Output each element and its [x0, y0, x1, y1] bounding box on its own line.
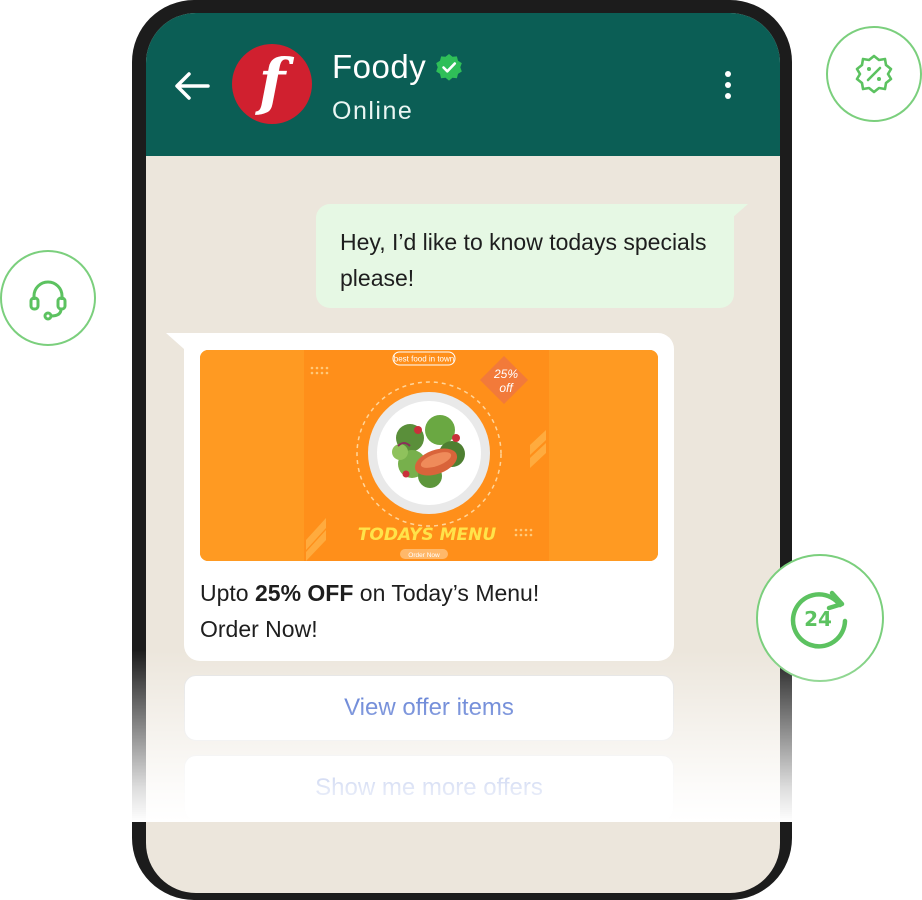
headset-circle — [0, 250, 96, 346]
show-more-offers-button[interactable]: Show me more offers — [184, 755, 674, 821]
offer-cta-text: Order Now! — [200, 616, 318, 642]
support-24-icon: 24 — [790, 590, 848, 649]
discount-badge-icon — [855, 54, 893, 94]
promo-discount-top: 25% — [493, 367, 518, 381]
chat-header: f Foody Online — [146, 13, 780, 156]
offer-text-highlight: 25% OFF — [254, 580, 354, 606]
offer-text-suffix: on Today’s Menu! — [353, 580, 540, 606]
view-offer-items-label: View offer items — [344, 694, 514, 721]
promo-discount-bottom: off — [499, 381, 514, 395]
contact-name: Foody — [332, 48, 427, 85]
offer-text-prefix: Upto — [200, 580, 255, 606]
show-more-offers-label: Show me more offers — [315, 774, 543, 801]
outgoing-message-text: Hey, I’d like to know todays specials pl… — [340, 229, 707, 291]
view-offer-items-button[interactable]: View offer items — [184, 675, 674, 741]
headset-icon — [29, 280, 67, 321]
discount-badge-circle — [826, 26, 922, 122]
incoming-message-text: Upto 25% OFF on Today’s Menu! Order Now! — [200, 575, 660, 647]
more-options-icon[interactable] — [722, 69, 734, 101]
incoming-message: best food in town 25% off TODAYS MENU Or… — [184, 333, 674, 661]
contact-status: Online — [332, 97, 414, 125]
support-24-circle: 24 — [756, 554, 884, 682]
chat-screen: f Foody Online Hey, I’d like to know tod… — [146, 13, 780, 893]
incoming-bubble-tail — [166, 333, 184, 349]
outgoing-message: Hey, I’d like to know todays specials pl… — [316, 204, 734, 308]
promo-artwork: best food in town 25% off TODAYS MENU Or… — [200, 350, 658, 561]
support-24-number: 24 — [804, 607, 832, 631]
back-arrow-icon[interactable] — [174, 71, 210, 101]
promo-headline: TODAYS MENU — [358, 525, 497, 545]
avatar[interactable]: f — [232, 44, 312, 124]
promo-tagline: best food in town — [394, 355, 454, 364]
outgoing-bubble-tail — [732, 204, 748, 218]
avatar-letter: f — [258, 45, 286, 118]
verified-badge-icon — [436, 54, 462, 81]
promo-cta: Order Now — [408, 552, 440, 559]
promo-image[interactable]: best food in town 25% off TODAYS MENU Or… — [200, 350, 658, 561]
